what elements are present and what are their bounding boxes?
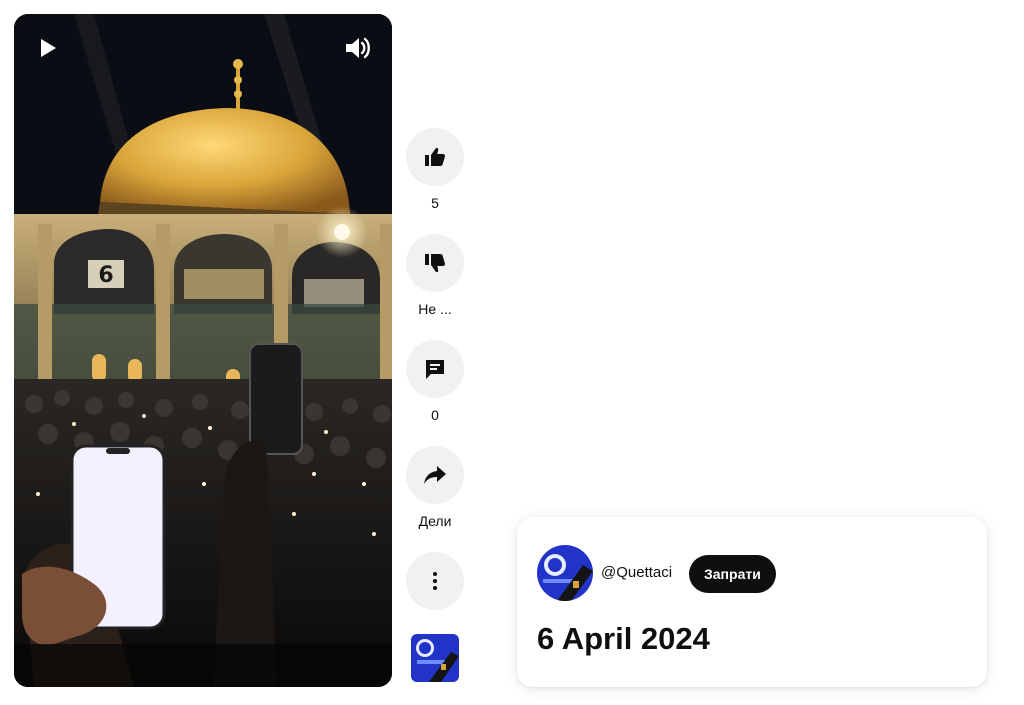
more-vertical-icon — [433, 572, 437, 590]
like-count: 5 — [431, 195, 439, 211]
gate-number-sign: 6 — [98, 263, 113, 288]
like-button[interactable] — [406, 128, 464, 186]
thumbs-up-icon — [425, 147, 445, 166]
share-arrow-icon — [424, 466, 446, 484]
comment-count: 0 — [431, 407, 439, 423]
comment-icon — [426, 360, 444, 379]
volume-icon — [346, 37, 370, 59]
shorts-page: 6 5 Не ... 0 Дели @Quettaci Запрати 6 Ap… — [0, 0, 1024, 705]
video-player[interactable]: 6 — [14, 14, 392, 687]
more-button[interactable] — [406, 552, 464, 610]
dislike-action: Не ... — [402, 234, 468, 318]
volume-button[interactable] — [342, 34, 372, 62]
channel-avatar[interactable] — [537, 545, 593, 601]
share-button[interactable] — [406, 446, 464, 504]
more-action — [402, 552, 468, 610]
subscribe-button[interactable]: Запрати — [689, 555, 776, 593]
avatar-image — [537, 545, 593, 601]
share-action: Дели — [402, 446, 468, 530]
channel-handle[interactable]: @Quettaci — [601, 564, 672, 581]
dislike-label: Не ... — [418, 301, 452, 317]
video-title: 6 April 2024 — [537, 621, 710, 656]
video-frame: 6 — [14, 14, 392, 687]
dislike-button[interactable] — [406, 234, 464, 292]
channel-thumbnail[interactable] — [411, 634, 459, 682]
share-label: Дели — [418, 513, 452, 529]
thumbs-down-icon — [425, 254, 445, 273]
like-action: 5 — [402, 128, 468, 212]
channel-logo — [411, 634, 459, 682]
play-icon — [41, 39, 56, 57]
comments-action: 0 — [402, 340, 468, 424]
video-info-card: @Quettaci Запрати 6 April 2024 — [517, 517, 987, 687]
comments-button[interactable] — [406, 340, 464, 398]
play-button[interactable] — [34, 34, 62, 62]
